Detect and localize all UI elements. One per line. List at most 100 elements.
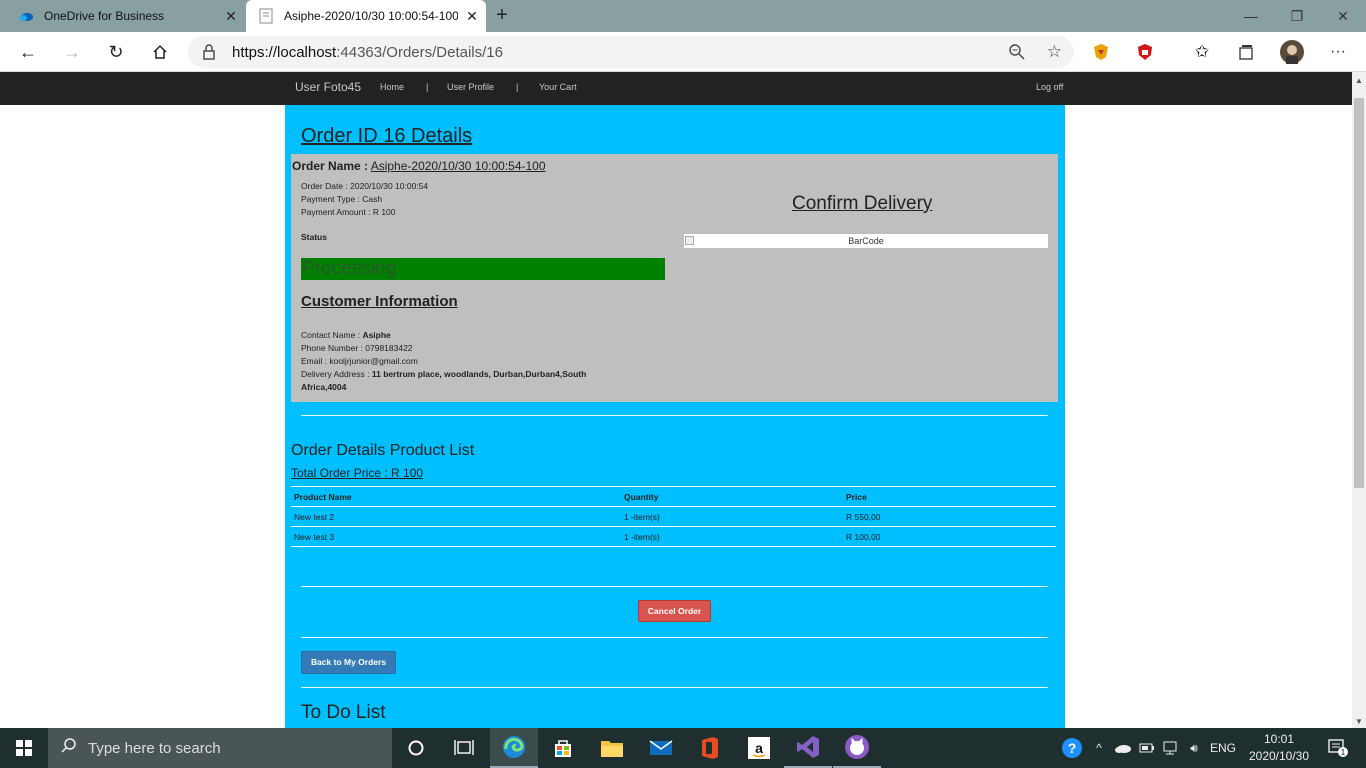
help-icon[interactable]: ? (1058, 728, 1086, 768)
onedrive-icon (18, 8, 34, 24)
mail-icon[interactable] (637, 728, 685, 768)
tab-close-icon[interactable]: ✕ (217, 8, 245, 25)
search-placeholder: Type here to search (88, 739, 221, 757)
page-scrollbar[interactable]: ▲ ▼ (1352, 72, 1366, 728)
notification-center-icon[interactable]: 1 (1320, 728, 1356, 768)
nav-link-home[interactable]: Home (380, 82, 404, 92)
nav-separator: | (516, 82, 519, 92)
divider (301, 687, 1048, 688)
tab-title: Asiphe-2020/10/30 10:00:54-100 (284, 9, 458, 23)
clock[interactable]: 10:01 2020/10/30 (1240, 731, 1318, 765)
column-header: Price (843, 486, 1056, 507)
svg-text:a: a (755, 740, 763, 756)
phone-number: Phone Number : 0798183422 (301, 343, 413, 353)
shield-extension-icon[interactable] (1133, 40, 1157, 64)
payment-type: Payment Type : Cash (301, 194, 383, 204)
order-date: Order Date : 2020/10/30 10:00:54 (301, 181, 429, 191)
order-name-link[interactable]: Asiphe-2020/10/30 10:00:54-100 (371, 159, 546, 173)
product-price: R 550,00 (843, 506, 1056, 527)
amazon-icon[interactable]: a (735, 728, 783, 768)
tab-onedrive[interactable]: OneDrive for Business ✕ (0, 0, 245, 32)
clock-date: 2020/10/30 (1248, 749, 1310, 763)
refresh-icon[interactable]: ↻ (102, 38, 130, 66)
product-name: New test 2 (291, 506, 621, 527)
back-arrow-icon[interactable]: ← (14, 38, 42, 66)
windows-taskbar: Type here to search a ? ^ 🔊︎ ENG 10:01 2… (0, 728, 1366, 768)
edge-browser-icon[interactable] (490, 728, 538, 768)
brave-extension-icon[interactable] (1089, 40, 1113, 64)
onedrive-tray-icon[interactable] (1112, 728, 1134, 768)
home-icon[interactable] (146, 38, 174, 66)
address-bar[interactable]: https://localhost:44363/Orders/Details/1… (188, 36, 1074, 68)
table-row: New test 2 1 -item(s) R 550,00 (291, 506, 1056, 527)
minimize-icon[interactable]: — (1228, 0, 1274, 32)
product-table: Product Name Quantity Price New test 2 1… (291, 486, 1056, 547)
product-list-title: Order Details Product List (291, 442, 475, 459)
table-row: New test 3 1 -item(s) R 100,00 (291, 526, 1056, 547)
customer-info: Contact Name : Asiphe Phone Number : 079… (301, 329, 631, 394)
browser-tab-strip: OneDrive for Business ✕ Asiphe-2020/10/3… (0, 0, 1366, 32)
order-name: Order Name : Asiphe-2020/10/30 10:00:54-… (292, 159, 546, 173)
favorite-star-icon[interactable]: ☆ (1047, 42, 1062, 62)
restore-icon[interactable]: ❐ (1274, 0, 1320, 32)
zoom-icon[interactable] (1008, 43, 1026, 66)
tab-close-icon[interactable]: ✕ (458, 8, 486, 25)
lock-icon[interactable] (202, 43, 218, 61)
order-info: Order Date : 2020/10/30 10:00:54 Payment… (301, 180, 428, 219)
scroll-up-icon[interactable]: ▲ (1355, 76, 1363, 85)
divider (301, 586, 1048, 587)
column-header: Product Name (291, 486, 621, 507)
more-menu-icon[interactable]: ··· (1326, 40, 1350, 64)
back-to-orders-button[interactable]: Back to My Orders (301, 651, 396, 674)
battery-icon[interactable] (1137, 728, 1157, 768)
volume-icon[interactable]: 🔊︎ (1184, 728, 1204, 768)
cancel-order-button[interactable]: Cancel Order (638, 600, 711, 622)
task-view-icon[interactable] (440, 728, 488, 768)
favorites-list-icon[interactable]: ✩ (1190, 40, 1214, 64)
store-icon[interactable] (539, 728, 587, 768)
tab-order-details[interactable]: Asiphe-2020/10/30 10:00:54-100 ✕ (246, 0, 486, 32)
nav-link-log-off[interactable]: Log off (1036, 82, 1063, 92)
cortana-icon[interactable] (392, 728, 440, 768)
site-navbar: User Foto45 Home | User Profile | Your C… (0, 72, 1352, 105)
network-icon[interactable] (1160, 728, 1180, 768)
email: Email : kooljrjunior@gmail.com (301, 356, 418, 366)
scroll-down-icon[interactable]: ▼ (1355, 717, 1363, 726)
url-text[interactable]: https://localhost:44363/Orders/Details/1… (232, 44, 503, 61)
window-close-icon[interactable]: ✕ (1320, 0, 1366, 32)
divider (301, 637, 1048, 638)
product-quantity: 1 -item(s) (621, 506, 843, 527)
visual-studio-icon[interactable] (784, 728, 832, 768)
windows-start-icon[interactable] (0, 728, 48, 768)
profile-avatar[interactable] (1280, 40, 1304, 64)
status-label: Status (301, 232, 327, 242)
nav-link-user-profile[interactable]: User Profile (447, 82, 494, 92)
page-title: Order ID 16 Details (301, 125, 473, 147)
contact-name: Contact Name : Asiphe (301, 330, 391, 340)
forward-arrow-icon[interactable]: → (58, 38, 86, 66)
office-icon[interactable] (686, 728, 734, 768)
svg-text:?: ? (1068, 740, 1077, 756)
column-header: Quantity (621, 486, 843, 507)
todo-list-title: To Do List (301, 702, 386, 723)
collections-icon[interactable] (1234, 40, 1258, 64)
taskbar-search-box[interactable]: Type here to search (48, 728, 392, 768)
github-desktop-icon[interactable] (833, 728, 881, 768)
new-tab-icon[interactable]: + (490, 4, 514, 28)
scrollbar-thumb[interactable] (1354, 98, 1364, 488)
product-price: R 100,00 (843, 526, 1056, 547)
file-explorer-icon[interactable] (588, 728, 636, 768)
browser-toolbar: ← → ↻ https://localhost:44363/Orders/Det… (0, 32, 1366, 72)
page-icon (258, 8, 274, 24)
product-quantity: 1 -item(s) (621, 526, 843, 547)
tray-expand-icon[interactable]: ^ (1090, 728, 1108, 768)
status-badge: Processing (301, 258, 665, 280)
customer-info-title: Customer Information (301, 293, 458, 310)
delivery-address: Delivery Address : 11 bertrum place, woo… (301, 369, 587, 392)
clock-time: 10:01 (1263, 732, 1295, 746)
tab-title: OneDrive for Business (44, 9, 165, 23)
language-indicator[interactable]: ENG (1208, 728, 1238, 768)
site-brand[interactable]: User Foto45 (295, 80, 361, 94)
nav-link-your-cart[interactable]: Your Cart (539, 82, 577, 92)
nav-separator: | (426, 82, 429, 92)
